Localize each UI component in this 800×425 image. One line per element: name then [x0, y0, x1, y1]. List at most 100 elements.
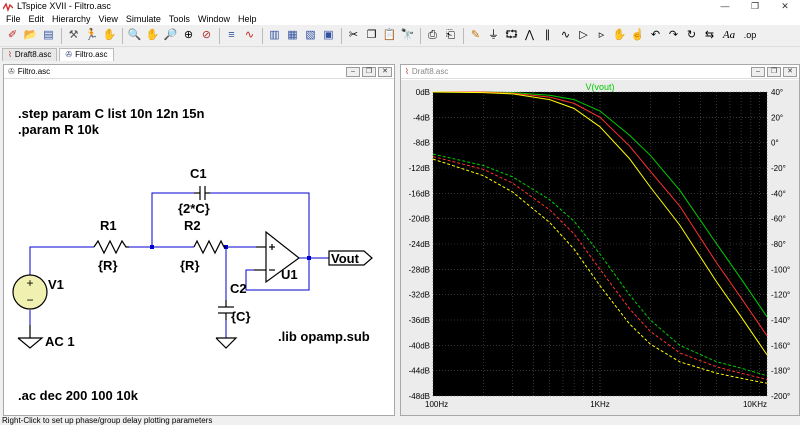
drag-icon[interactable]: ☝ — [629, 27, 646, 44]
window-controls: — ❐ ✕ — [710, 0, 800, 13]
copy-icon[interactable]: ❐ — [363, 27, 380, 44]
maximize-button[interactable]: ❐ — [740, 0, 770, 13]
menu-window[interactable]: Window — [194, 13, 234, 25]
toolbar-separator — [122, 27, 123, 44]
child-restore-button[interactable]: ❐ — [362, 67, 376, 77]
menu-file[interactable]: File — [2, 13, 25, 25]
y2-tick-label: -160° — [771, 341, 790, 350]
c1-name-label: C1 — [190, 166, 207, 181]
waveform-icon[interactable]: ∿ — [241, 27, 258, 44]
draw-wire-icon[interactable]: ✎ — [467, 27, 484, 44]
text-font-icon[interactable]: Aa — [719, 27, 739, 44]
tile-vertical-icon[interactable]: ▦ — [284, 27, 301, 44]
menu-view[interactable]: View — [95, 13, 122, 25]
r1-value-label: {R} — [98, 258, 118, 273]
zoom-in-icon[interactable]: 🔍 — [126, 27, 143, 44]
directive-lib[interactable]: .lib opamp.sub — [278, 329, 370, 344]
control-panel-icon[interactable]: ⚒ — [65, 27, 82, 44]
plot-pane[interactable]: 0dB -4dB -8dB -12dB -16dB -20dB -24dB -28dB -32d… — [401, 80, 799, 415]
capacitor-c1-symbol[interactable] — [194, 186, 210, 200]
voltage-source-v1-symbol[interactable]: + − — [12, 274, 48, 310]
child-window-controls: – ❐ ✕ — [346, 67, 392, 77]
diode-icon[interactable]: ▷ — [575, 27, 592, 44]
move-icon[interactable]: ✋ — [611, 27, 628, 44]
document-tabs: ⌇ Draft8.asc ✇ Filtro.asc — [0, 47, 800, 61]
ground-symbol — [215, 337, 238, 349]
tab-filtro[interactable]: ✇ Filtro.asc — [59, 48, 114, 61]
menu-edit[interactable]: Edit — [25, 13, 49, 25]
autorange-icon[interactable]: ≡ — [223, 27, 240, 44]
cascade-icon[interactable]: ▧ — [302, 27, 319, 44]
schematic-canvas[interactable]: + − .step param C list 10n 12n 15n .para… — [4, 80, 394, 415]
print-preview-icon[interactable]: ⎗ — [442, 27, 459, 44]
undo-icon[interactable]: ↶ — [647, 27, 664, 44]
y2-tick-label: -20° — [771, 164, 786, 173]
tile-horizontal-icon[interactable]: ▥ — [266, 27, 283, 44]
child-close-button[interactable]: ✕ — [378, 67, 392, 77]
trace-label-vout[interactable]: V(vout) — [585, 82, 614, 92]
menu-simulate[interactable]: Simulate — [122, 13, 165, 25]
redo-icon[interactable]: ↷ — [665, 27, 682, 44]
mirror-icon[interactable]: ⇆ — [701, 27, 718, 44]
zoom-cancel-icon[interactable]: ⊘ — [198, 27, 215, 44]
resistor-icon[interactable]: ⋀ — [521, 27, 538, 44]
zoom-fit-icon[interactable]: ⊕ — [180, 27, 197, 44]
close-all-icon[interactable]: ▣ — [320, 27, 337, 44]
capacitor-icon[interactable]: ∥ — [539, 27, 556, 44]
ground-symbol — [17, 337, 44, 349]
spice-directive-icon[interactable]: .op — [740, 27, 760, 44]
plot-window-titlebar[interactable]: ⌇ Draft8.asc – ❐ ✕ — [401, 65, 799, 79]
child-minimize-button[interactable]: – — [751, 67, 765, 77]
menu-hierarchy[interactable]: Hierarchy — [48, 13, 95, 25]
junction-dot — [307, 256, 311, 260]
y-tick-label: -8dB — [413, 139, 430, 148]
save-icon[interactable]: ▤ — [40, 27, 57, 44]
paste-icon[interactable]: 📋 — [381, 27, 398, 44]
halt-icon[interactable]: ✋ — [101, 27, 118, 44]
plot-doc-icon: ⌇ — [405, 67, 409, 76]
new-schematic-icon[interactable]: ✐ — [4, 27, 21, 44]
minimize-button[interactable]: — — [710, 0, 740, 13]
inductor-icon[interactable]: ∿ — [557, 27, 574, 44]
component-icon[interactable]: ▹ — [593, 27, 610, 44]
child-minimize-button[interactable]: – — [346, 67, 360, 77]
r2-name-label: R2 — [184, 218, 201, 233]
y-tick-label: -24dB — [409, 240, 430, 249]
pan-icon[interactable]: ✋ — [144, 27, 161, 44]
cut-icon[interactable]: ✂ — [345, 27, 362, 44]
vout-net-label[interactable]: Vout — [331, 251, 360, 266]
print-icon[interactable]: ⎙ — [424, 27, 441, 44]
menu-tools[interactable]: Tools — [165, 13, 194, 25]
menu-help[interactable]: Help — [234, 13, 261, 25]
y-tick-label: -4dB — [413, 113, 430, 122]
schematic-window[interactable]: ✇ Filtro.asc – ❐ ✕ + − .step param C lis… — [3, 64, 395, 416]
v1-value-label: AC 1 — [45, 334, 75, 349]
rotate-icon[interactable]: ↻ — [683, 27, 700, 44]
find-icon[interactable]: 🔭 — [399, 27, 416, 44]
mdi-workspace: ✇ Filtro.asc – ❐ ✕ + − .step param C lis… — [0, 61, 800, 416]
zoom-out-icon[interactable]: 🔎 — [162, 27, 179, 44]
wire[interactable] — [29, 246, 94, 275]
directive-step[interactable]: .step param C list 10n 12n 15n — [18, 106, 204, 121]
resistor-r2-symbol[interactable] — [193, 239, 226, 255]
resistor-r1-symbol[interactable] — [93, 239, 129, 255]
c1-value-label: {2*C} — [178, 201, 210, 216]
bode-plot[interactable]: 0dB -4dB -8dB -12dB -16dB -20dB -24dB -28dB -32d… — [401, 80, 799, 415]
run-icon[interactable]: 🏃 — [83, 27, 100, 44]
child-restore-button[interactable]: ❐ — [767, 67, 781, 77]
child-close-button[interactable]: ✕ — [783, 67, 797, 77]
y2-tick-label: -120° — [771, 291, 790, 300]
close-button[interactable]: ✕ — [770, 0, 800, 13]
directive-param[interactable]: .param R 10k — [18, 122, 100, 137]
toolbar-separator — [341, 27, 342, 44]
tab-draft8[interactable]: ⌇ Draft8.asc — [2, 48, 58, 61]
directive-ac[interactable]: .ac dec 200 100 10k — [18, 388, 139, 403]
junction-dot — [150, 245, 154, 249]
schematic-window-titlebar[interactable]: ✇ Filtro.asc – ❐ ✕ — [4, 65, 394, 79]
ground-icon[interactable]: ⏚ — [485, 27, 502, 44]
c2-value-label: {C} — [231, 309, 251, 324]
plot-window[interactable]: ⌇ Draft8.asc – ❐ ✕ 0dB -4dB -8dB -12dB -16dB… — [400, 64, 800, 416]
window-title: LTspice XVII - Filtro.asc — [17, 1, 111, 11]
label-net-icon[interactable]: ⮔ — [503, 27, 520, 44]
open-folder-icon[interactable]: 📂 — [22, 27, 39, 44]
